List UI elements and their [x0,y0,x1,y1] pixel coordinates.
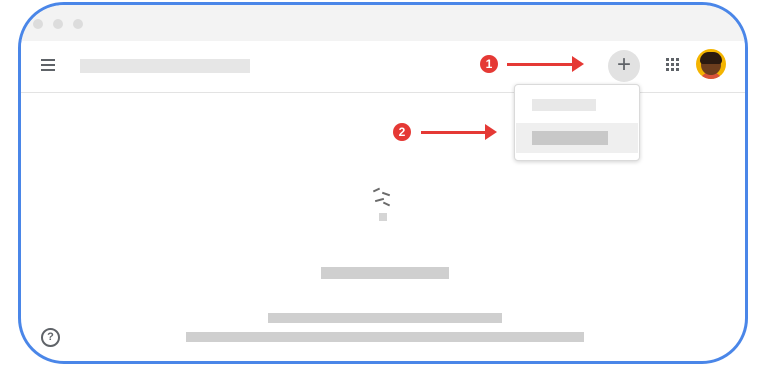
step-2-arrow [421,124,497,140]
empty-state-illustration [371,185,395,223]
step-1-badge: 1 [480,55,498,73]
empty-state-text-line-1 [268,313,502,323]
dropdown-item-1[interactable] [516,93,638,119]
apps-grid-icon[interactable] [666,58,680,72]
step-2-badge: 2 [393,123,411,141]
window-titlebar [21,5,745,41]
app-title-placeholder [80,59,250,73]
hamburger-icon[interactable] [41,59,55,71]
create-dropdown-menu [514,84,640,161]
create-button[interactable]: + [608,50,640,82]
dropdown-item-2-label-placeholder [532,131,608,145]
browser-window: + 1 2 ? [18,2,748,364]
user-avatar[interactable] [696,49,726,79]
window-maximize-dot[interactable] [73,19,83,29]
dropdown-item-1-label-placeholder [532,99,596,111]
window-minimize-dot[interactable] [53,19,63,29]
help-icon[interactable]: ? [41,328,60,347]
window-close-dot[interactable] [33,19,43,29]
empty-state-heading-placeholder [321,267,449,279]
dropdown-item-2[interactable] [516,123,638,153]
step-1-arrow [507,56,584,72]
empty-state-text-line-2 [186,332,584,342]
